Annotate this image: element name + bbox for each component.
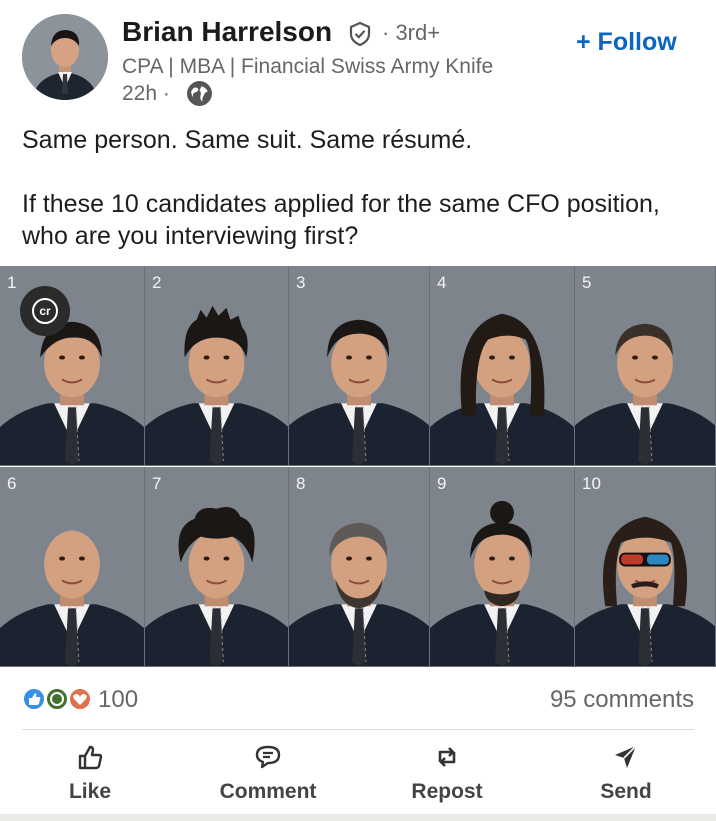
candidate-photo-4[interactable]: 4 — [430, 266, 575, 466]
author-name[interactable]: Brian Harrelson — [122, 16, 332, 48]
candidate-photo-2[interactable]: 2 — [145, 266, 289, 466]
candidate-image-grid[interactable]: 1 2 3 4 5 6 7 8 9 10 — [0, 266, 716, 668]
candidate-portrait — [289, 467, 429, 666]
candidate-number: 3 — [296, 273, 306, 292]
candidate-portrait — [575, 467, 715, 666]
candidate-portrait — [0, 467, 144, 666]
reaction-count[interactable]: 100 — [98, 686, 138, 714]
candidate-number: 4 — [437, 273, 447, 292]
candidate-number: 10 — [582, 474, 601, 493]
candidate-portrait — [0, 266, 144, 465]
post-line-2: If these 10 candidates applied for the s… — [22, 190, 660, 250]
candidate-number: 1 — [7, 273, 17, 292]
reaction-icons[interactable] — [22, 684, 94, 714]
connection-degree: · 3rd+ — [382, 20, 441, 45]
candidate-photo-6[interactable]: 6 — [0, 467, 145, 667]
feed-separator — [0, 814, 716, 821]
candidate-number: 6 — [7, 474, 17, 493]
repost-icon — [438, 747, 456, 767]
candidate-photo-8[interactable]: 8 — [289, 467, 430, 667]
repost-label: Repost — [411, 780, 483, 803]
post-timestamp: 22h · — [122, 82, 170, 105]
social-counts: 100 95 comments — [22, 684, 694, 718]
candidate-portrait — [430, 467, 574, 666]
candidate-photo-7[interactable]: 7 — [145, 467, 289, 667]
send-label: Send — [600, 780, 652, 803]
candidate-photo-3[interactable]: 3 — [289, 266, 430, 466]
action-bar: Like Comment Repost Send — [0, 736, 716, 812]
thumbs-up-icon — [78, 745, 103, 770]
send-button[interactable]: Send — [566, 736, 686, 804]
candidate-portrait — [145, 467, 288, 666]
candidate-number: 8 — [296, 474, 306, 493]
candidate-portrait — [430, 266, 574, 465]
repost-button[interactable]: Repost — [387, 736, 507, 804]
like-label: Like — [68, 780, 112, 803]
candidate-number: 2 — [152, 273, 162, 292]
candidate-number: 7 — [152, 474, 162, 493]
candidate-number: 5 — [582, 273, 592, 292]
candidate-portrait — [575, 266, 715, 465]
post-header: Brian Harrelson · 3rd+ CPA | MBA | Finan… — [0, 0, 716, 120]
comment-button[interactable]: Comment — [208, 736, 328, 804]
candidate-photo-9[interactable]: 9 — [430, 467, 575, 667]
divider — [22, 729, 694, 730]
comment-icon — [255, 745, 281, 769]
candidate-number: 9 — [437, 474, 447, 493]
author-avatar[interactable] — [22, 14, 108, 100]
content-credentials-badge[interactable]: cr — [20, 286, 70, 336]
comment-label: Comment — [219, 780, 317, 803]
like-button[interactable]: Like — [30, 736, 150, 804]
candidate-photo-10[interactable]: 10 — [575, 467, 716, 667]
cr-badge-label: cr — [32, 298, 58, 324]
post-body: Same person. Same suit. Same résumé. If … — [22, 124, 702, 252]
candidate-photo-1[interactable]: 1 — [0, 266, 145, 466]
candidate-portrait — [145, 266, 288, 465]
follow-button[interactable]: + Follow — [576, 28, 677, 57]
candidate-photo-5[interactable]: 5 — [575, 266, 716, 466]
candidate-portrait — [289, 266, 429, 465]
comments-count[interactable]: 95 comments — [550, 686, 694, 714]
author-headline: CPA | MBA | Financial Swiss Army Knife — [122, 55, 494, 78]
verified-shield-icon — [349, 21, 371, 47]
globe-icon — [187, 81, 212, 106]
post-line-1: Same person. Same suit. Same résumé. — [22, 126, 473, 154]
send-icon — [615, 745, 637, 768]
